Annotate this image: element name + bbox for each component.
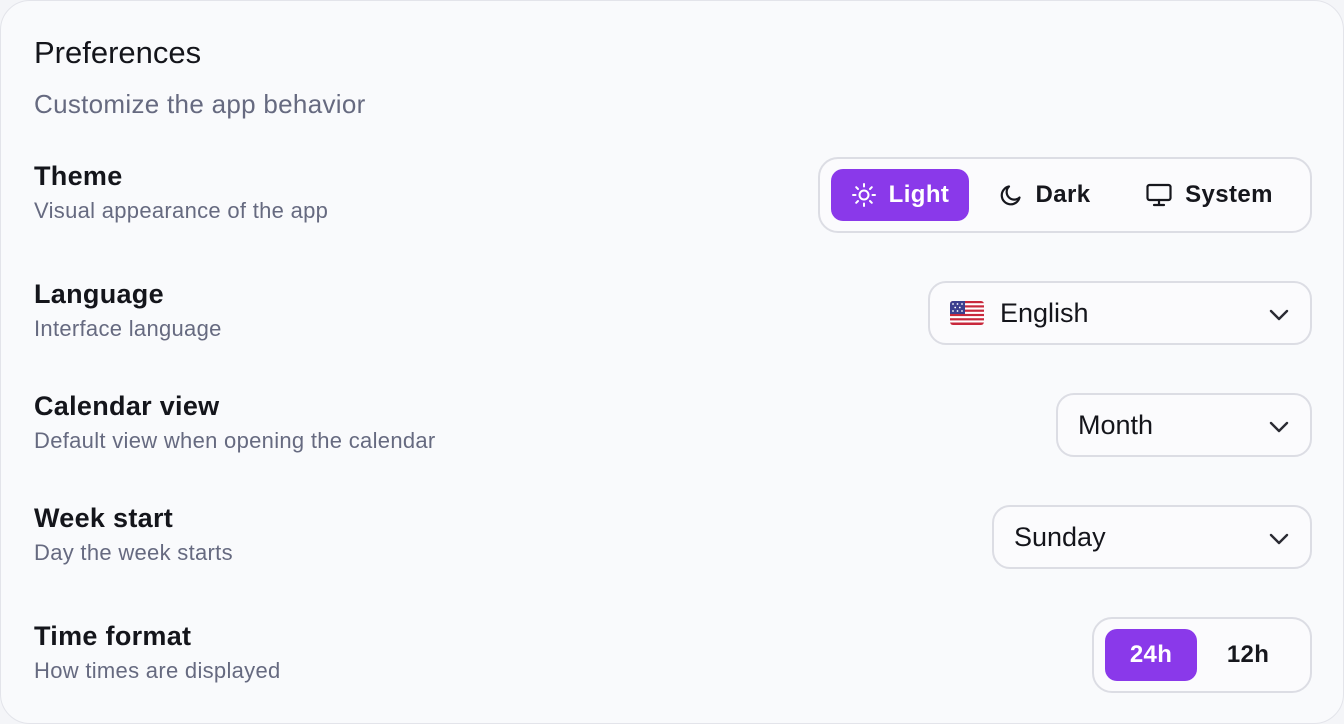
calendar-view-row: Calendar view Default view when opening … xyxy=(34,391,1312,463)
language-select-value: English xyxy=(1000,297,1089,328)
moon-icon xyxy=(998,182,1024,208)
theme-segmented-control: Light Dark System xyxy=(818,157,1312,233)
time-format-option-24h-label: 24h xyxy=(1129,641,1173,668)
us-flag-icon xyxy=(950,301,984,325)
page-subtitle: Customize the app behavior xyxy=(34,89,366,119)
theme-option-light-label: Light xyxy=(888,181,950,208)
theme-option-dark[interactable]: Dark xyxy=(969,169,1119,221)
week-start-select[interactable]: Sunday xyxy=(992,505,1312,569)
week-start-select-value: Sunday xyxy=(1014,521,1106,552)
monitor-icon xyxy=(1145,182,1173,208)
language-select[interactable]: English xyxy=(928,281,1312,345)
page-title: Preferences xyxy=(34,35,202,70)
time-format-row: Time format How times are displayed 24h … xyxy=(34,617,1312,693)
time-format-option-12h-label: 12h xyxy=(1226,641,1270,668)
chevron-down-icon xyxy=(1268,410,1290,441)
week-start-row: Week start Day the week starts Sunday xyxy=(34,503,1312,575)
calendar-view-select-value: Month xyxy=(1078,409,1154,440)
theme-row: Theme Visual appearance of the app Light xyxy=(34,157,1312,233)
theme-option-dark-label: Dark xyxy=(1035,181,1091,208)
chevron-down-icon xyxy=(1268,298,1290,329)
time-format-option-24h[interactable]: 24h xyxy=(1105,629,1198,681)
time-format-segmented-control: 24h 12h xyxy=(1092,617,1312,693)
theme-option-system[interactable]: System xyxy=(1119,169,1299,221)
preferences-card: Preferences Customize the app behavior T… xyxy=(0,0,1344,724)
time-format-option-12h[interactable]: 12h xyxy=(1197,629,1299,681)
theme-option-system-label: System xyxy=(1185,181,1273,208)
chevron-down-icon xyxy=(1268,522,1290,553)
theme-option-light[interactable]: Light xyxy=(831,169,969,221)
language-row: Language Interface language English xyxy=(34,279,1312,351)
calendar-view-select[interactable]: Month xyxy=(1056,393,1312,457)
sun-icon xyxy=(851,182,877,208)
